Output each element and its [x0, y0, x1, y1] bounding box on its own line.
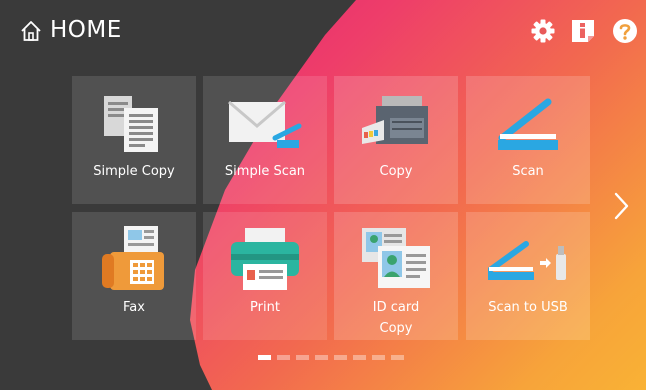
info-icon[interactable]: [571, 18, 597, 44]
page-dot-1[interactable]: [258, 355, 271, 360]
simple-scan-tile[interactable]: Simple Scan: [203, 76, 327, 204]
home-screen: HOME Simple Copy Simple Scan Copy Scan F…: [0, 0, 646, 390]
page-dot-7[interactable]: [372, 355, 385, 360]
simple-copy-tile[interactable]: Simple Copy: [72, 76, 196, 204]
header-bar: HOME: [0, 0, 646, 62]
page-indicator: [258, 355, 404, 360]
id-card-label-line1: ID card: [372, 300, 420, 315]
fax-tile[interactable]: Fax: [72, 212, 196, 340]
copier-icon: [362, 96, 428, 144]
page-dot-6[interactable]: [353, 355, 366, 360]
simple-copy-icon: [104, 96, 158, 152]
page-dot-4[interactable]: [315, 355, 328, 360]
id-card-copy-tile[interactable]: ID card Copy: [334, 212, 458, 340]
page-title: HOME: [50, 17, 122, 43]
id-card-label-line2: Copy: [379, 321, 413, 336]
scan-label: Scan: [512, 164, 544, 179]
id-card-copy-icon: [362, 228, 430, 288]
page-dot-8[interactable]: [391, 355, 404, 360]
scan-tile[interactable]: Scan: [466, 76, 590, 204]
simple-scan-icon: [228, 100, 302, 148]
page-dot-5[interactable]: [334, 355, 347, 360]
fax-icon: [102, 226, 164, 290]
chevron-right-icon[interactable]: [612, 191, 632, 221]
page-dot-3[interactable]: [296, 355, 309, 360]
copy-label: Copy: [379, 164, 413, 179]
help-icon[interactable]: [612, 18, 638, 44]
copy-tile[interactable]: Copy: [334, 76, 458, 204]
settings-icon[interactable]: [530, 18, 556, 44]
print-label: Print: [250, 300, 280, 315]
scanner-icon: [498, 98, 558, 150]
scan-to-usb-icon: [488, 241, 566, 280]
scan-to-usb-label: Scan to USB: [488, 300, 568, 315]
print-tile[interactable]: Print: [203, 212, 327, 340]
scan-to-usb-tile[interactable]: Scan to USB: [466, 212, 590, 340]
simple-copy-label: Simple Copy: [93, 164, 175, 179]
simple-scan-label: Simple Scan: [224, 164, 306, 179]
home-icon[interactable]: [20, 20, 42, 42]
page-dot-2[interactable]: [277, 355, 290, 360]
fax-label: Fax: [123, 300, 145, 315]
printer-icon: [231, 228, 299, 290]
